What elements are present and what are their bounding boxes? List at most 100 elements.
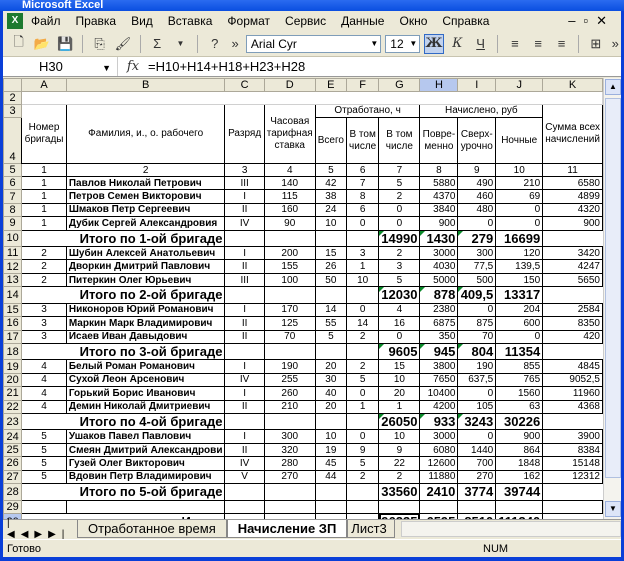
tab-payroll[interactable]: Начисление ЗП <box>226 520 348 538</box>
total-value[interactable]: 13317 <box>495 286 544 304</box>
help-icon[interactable]: ? <box>205 34 224 54</box>
cell[interactable]: 0 <box>346 216 380 231</box>
cell[interactable]: Шмаков Петр Сергеевич <box>65 202 226 218</box>
cell[interactable]: 1 <box>21 202 67 218</box>
cell[interactable]: 2380 <box>419 302 459 318</box>
cell[interactable]: 155 <box>263 259 316 274</box>
cell[interactable]: 6080 <box>419 442 459 458</box>
menu-format[interactable]: Формат <box>227 14 270 28</box>
cell[interactable]: 900 <box>495 429 544 444</box>
cell[interactable] <box>224 483 265 501</box>
cell[interactable]: 70 <box>263 329 316 344</box>
cell[interactable] <box>346 499 380 514</box>
cell[interactable]: IV <box>224 372 265 388</box>
cell[interactable]: 1 <box>346 399 380 414</box>
total-value[interactable]: 33560 <box>378 483 421 501</box>
tab-worked-time[interactable]: Отработанное время <box>77 520 227 538</box>
cell[interactable]: 864 <box>495 442 544 458</box>
cell[interactable]: 3000 <box>419 429 459 444</box>
cell[interactable] <box>263 286 316 304</box>
cell[interactable] <box>314 499 348 514</box>
header-time-pay[interactable]: Повре-менно <box>419 117 459 164</box>
cell[interactable]: 10 <box>346 272 380 288</box>
row-header[interactable]: 25 <box>3 442 23 458</box>
cell[interactable]: 4200 <box>419 399 459 414</box>
cell[interactable]: III <box>224 272 265 288</box>
column-number[interactable]: 9 <box>457 163 497 177</box>
cell[interactable]: 9052,5 <box>542 372 603 388</box>
cell[interactable]: 5 <box>346 372 380 388</box>
row-header[interactable]: 18 <box>3 342 23 361</box>
row-header[interactable]: 29 <box>3 499 23 514</box>
cell[interactable]: 4 <box>21 372 67 388</box>
menu-view[interactable]: Вид <box>131 14 153 28</box>
column-header-J[interactable]: J <box>495 78 544 92</box>
total-value[interactable]: 30226 <box>495 412 544 431</box>
column-number[interactable]: 11 <box>542 163 603 177</box>
cell[interactable] <box>224 412 265 431</box>
row-header[interactable]: 6 <box>3 175 23 191</box>
cell[interactable]: 5 <box>378 272 421 288</box>
cell[interactable] <box>263 499 316 514</box>
row-header[interactable]: 21 <box>3 386 23 401</box>
row-header[interactable]: 19 <box>3 359 23 374</box>
cell[interactable]: 4845 <box>542 359 603 374</box>
menu-window[interactable]: Окно <box>399 14 427 28</box>
total-label[interactable]: Итого по 3-ой бригаде <box>21 342 226 361</box>
cell[interactable]: 1440 <box>457 442 497 458</box>
cell[interactable]: 3840 <box>419 202 459 218</box>
cell[interactable]: 40 <box>314 386 348 401</box>
column-header-K[interactable]: K <box>542 78 603 92</box>
cell[interactable]: 5 <box>346 456 380 471</box>
header-grade[interactable]: Разряд <box>224 104 265 164</box>
cell[interactable]: 1848 <box>495 456 544 471</box>
cell[interactable]: 4 <box>378 302 421 318</box>
cell[interactable]: 2 <box>378 246 421 261</box>
cell[interactable] <box>263 229 316 248</box>
row-header[interactable]: 10 <box>3 229 23 248</box>
cell[interactable]: 5 <box>21 429 67 444</box>
cell[interactable]: 270 <box>457 469 497 485</box>
cell[interactable]: II <box>224 399 265 414</box>
column-number[interactable]: 3 <box>224 163 265 177</box>
cell[interactable]: 280 <box>263 456 316 471</box>
cell[interactable]: Маркин Марк Владимирович <box>65 316 226 331</box>
cell[interactable]: Питеркин Олег Юрьевич <box>65 272 226 288</box>
autosum-button[interactable]: Σ <box>148 34 167 54</box>
cell[interactable]: 190 <box>263 359 316 374</box>
cell[interactable]: 210 <box>495 175 544 191</box>
align-left-icon[interactable]: ≡ <box>505 34 524 54</box>
cell[interactable]: 3 <box>21 316 67 331</box>
menu-help[interactable]: Справка <box>442 14 489 28</box>
cell[interactable]: 2 <box>21 246 67 261</box>
cell[interactable]: 5650 <box>542 272 603 288</box>
cell[interactable]: Горький Борис Иванович <box>65 386 226 401</box>
total-value[interactable]: 1430 <box>419 229 459 248</box>
align-center-icon[interactable]: ≡ <box>529 34 548 54</box>
row-header[interactable]: 23 <box>3 412 23 431</box>
cell[interactable]: 115 <box>263 189 316 204</box>
cell[interactable]: 42 <box>314 175 348 191</box>
cell[interactable] <box>263 412 316 431</box>
row-header[interactable]: 5 <box>3 163 23 177</box>
cell[interactable]: 0 <box>457 216 497 231</box>
save-icon[interactable]: 💾 <box>56 34 75 54</box>
header-name[interactable]: Фамилия, и., о. рабочего <box>65 104 226 164</box>
column-header-F[interactable]: F <box>346 78 380 92</box>
select-all[interactable] <box>3 78 23 92</box>
font-size-select[interactable]: 12 ▼ <box>385 34 421 53</box>
cell[interactable]: 204 <box>495 302 544 318</box>
cell[interactable]: 10 <box>314 216 348 231</box>
cell[interactable]: Ушаков Павел Павлович <box>65 429 226 444</box>
cell[interactable]: 19 <box>314 442 348 458</box>
cell[interactable]: 7650 <box>419 372 459 388</box>
cell[interactable]: 270 <box>263 469 316 485</box>
row-header[interactable]: 13 <box>3 272 23 288</box>
cell[interactable]: Дубик Сергей Александровия <box>65 216 226 231</box>
header-worked[interactable]: Отработано, ч <box>314 104 421 118</box>
cell[interactable] <box>346 229 380 248</box>
cell[interactable]: 139,5 <box>495 259 544 274</box>
italic-button[interactable]: К <box>448 34 467 54</box>
cell[interactable]: 2 <box>378 189 421 204</box>
cell[interactable]: 69 <box>495 189 544 204</box>
